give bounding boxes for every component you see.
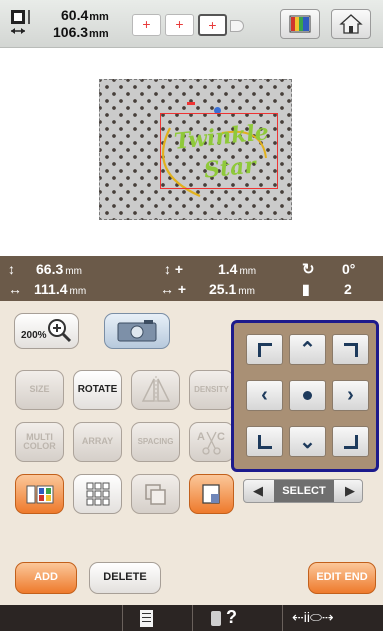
rotation-icon: ↻ <box>302 261 315 278</box>
triangle-left-icon: ◀ <box>253 483 263 498</box>
thread-color-icon <box>26 485 53 504</box>
mirror-button[interactable] <box>131 370 180 410</box>
border-shape-icon <box>201 484 220 504</box>
thread-spool-icon: ▮ <box>302 281 310 297</box>
rotation-value: 0° <box>342 261 356 277</box>
multi-color-button[interactable]: MULTI COLOR <box>15 422 64 462</box>
color-palette-icon <box>289 15 311 33</box>
move-right-button[interactable]: › <box>332 380 369 411</box>
needle-end-cap <box>230 20 244 32</box>
down-right-arrow-icon <box>343 434 358 449</box>
move-left-button[interactable]: ‹ <box>246 380 283 411</box>
color-sort-button[interactable] <box>15 474 64 514</box>
rotate-button[interactable]: ROTATE <box>73 370 122 410</box>
thread-count-value: 2 <box>344 281 352 297</box>
up-right-arrow-icon <box>343 342 358 357</box>
size-icon <box>11 10 30 34</box>
status-divider <box>192 605 193 631</box>
zoom-button[interactable]: 200% <box>14 313 79 349</box>
delete-button[interactable]: DELETE <box>89 562 161 594</box>
character-cut-button[interactable]: A C <box>189 422 234 462</box>
home-icon <box>339 14 363 34</box>
spacing-button[interactable]: SPACING <box>131 422 180 462</box>
select-bar: ◀ SELECT ▶ <box>243 479 363 503</box>
svg-text:A: A <box>197 431 205 443</box>
move-up-button[interactable]: ⌃ <box>289 334 326 365</box>
pattern-height-readout: 60.4mm <box>61 7 109 23</box>
mirror-image-icon <box>141 376 170 404</box>
move-up-right-button[interactable] <box>332 334 369 365</box>
edit-end-button[interactable]: EDIT END <box>308 562 376 594</box>
status-divider <box>282 605 283 631</box>
vertical-offset: ↕ + <box>164 261 184 277</box>
vertical-offset-icon: ↕ <box>164 261 171 277</box>
home-button[interactable] <box>331 9 371 39</box>
height-value: ↕ 66.3 mm <box>8 261 82 277</box>
down-left-arrow-icon <box>257 434 272 449</box>
horizontal-offset-icon: ↔ <box>160 281 174 297</box>
horizontal-offset: ↔ + <box>160 281 187 297</box>
density-button[interactable]: DENSITY <box>189 370 234 410</box>
presser-foot-icon[interactable]: ⇠ii⬭⇢ <box>292 609 334 626</box>
needle-position-indicator: + + + <box>132 11 246 39</box>
right-arrow-icon: › <box>347 384 354 406</box>
instructions-icon[interactable] <box>140 610 153 627</box>
needle-box-center: + <box>165 14 194 36</box>
left-arrow-icon: ‹ <box>261 384 268 406</box>
move-up-left-button[interactable] <box>246 334 283 365</box>
select-next-button[interactable]: ▶ <box>338 481 362 501</box>
size-button[interactable]: SIZE <box>15 370 64 410</box>
status-divider <box>122 605 123 631</box>
layer-button[interactable] <box>131 474 180 514</box>
move-down-button[interactable]: ⌄ <box>289 426 326 457</box>
pattern-width-readout: 106.3mm <box>53 24 109 40</box>
array-button[interactable]: ARRAY <box>73 422 122 462</box>
text-scissors-icon: A C <box>197 431 225 455</box>
help-button[interactable]: ? <box>226 607 237 628</box>
add-button[interactable]: ADD <box>15 562 77 594</box>
move-down-right-button[interactable] <box>332 426 369 457</box>
layers-icon <box>144 484 166 505</box>
pointer-mark <box>187 102 195 105</box>
color-palette-button[interactable] <box>280 9 320 39</box>
camera-preview-button[interactable] <box>104 313 170 349</box>
magnifier-plus-icon <box>48 319 72 343</box>
height-icon: ↕ <box>8 261 15 277</box>
top-bar: 60.4mm 106.3mm + + + <box>0 0 383 48</box>
select-previous-button[interactable]: ◀ <box>246 481 270 501</box>
up-left-arrow-icon <box>257 342 272 357</box>
status-bar: ? ⇠ii⬭⇢ <box>0 605 383 631</box>
width-value: ↔ 111.4 mm <box>8 281 87 297</box>
svg-text:C: C <box>217 431 225 443</box>
border-button[interactable] <box>189 474 234 514</box>
grid-button[interactable] <box>73 474 122 514</box>
zoom-label: 200% <box>21 329 47 341</box>
horizontal-offset-value: 25.1 mm <box>209 281 255 297</box>
needle-box-right: + <box>198 14 227 36</box>
down-arrow-icon: ⌄ <box>299 431 316 453</box>
width-icon: ↔ <box>8 281 22 297</box>
needle-box-left: + <box>132 14 161 36</box>
triangle-right-icon: ▶ <box>345 483 355 498</box>
design-text-line2: Star <box>202 152 258 184</box>
select-label: SELECT <box>274 480 334 502</box>
up-arrow-icon: ⌃ <box>299 339 316 361</box>
grid-icon <box>86 482 109 506</box>
help-machine-icon[interactable] <box>211 611 221 626</box>
move-center-button[interactable] <box>289 380 326 411</box>
move-down-left-button[interactable] <box>246 426 283 457</box>
pattern-info-bar: ↕ 66.3 mm ↔ 111.4 mm ↕ + 1.4 mm ↔ + 25.1 mm ↻ … <box>0 256 383 301</box>
camera-icon <box>117 320 157 342</box>
center-dot-icon <box>303 391 312 400</box>
vertical-offset-value: 1.4 mm <box>218 261 257 277</box>
